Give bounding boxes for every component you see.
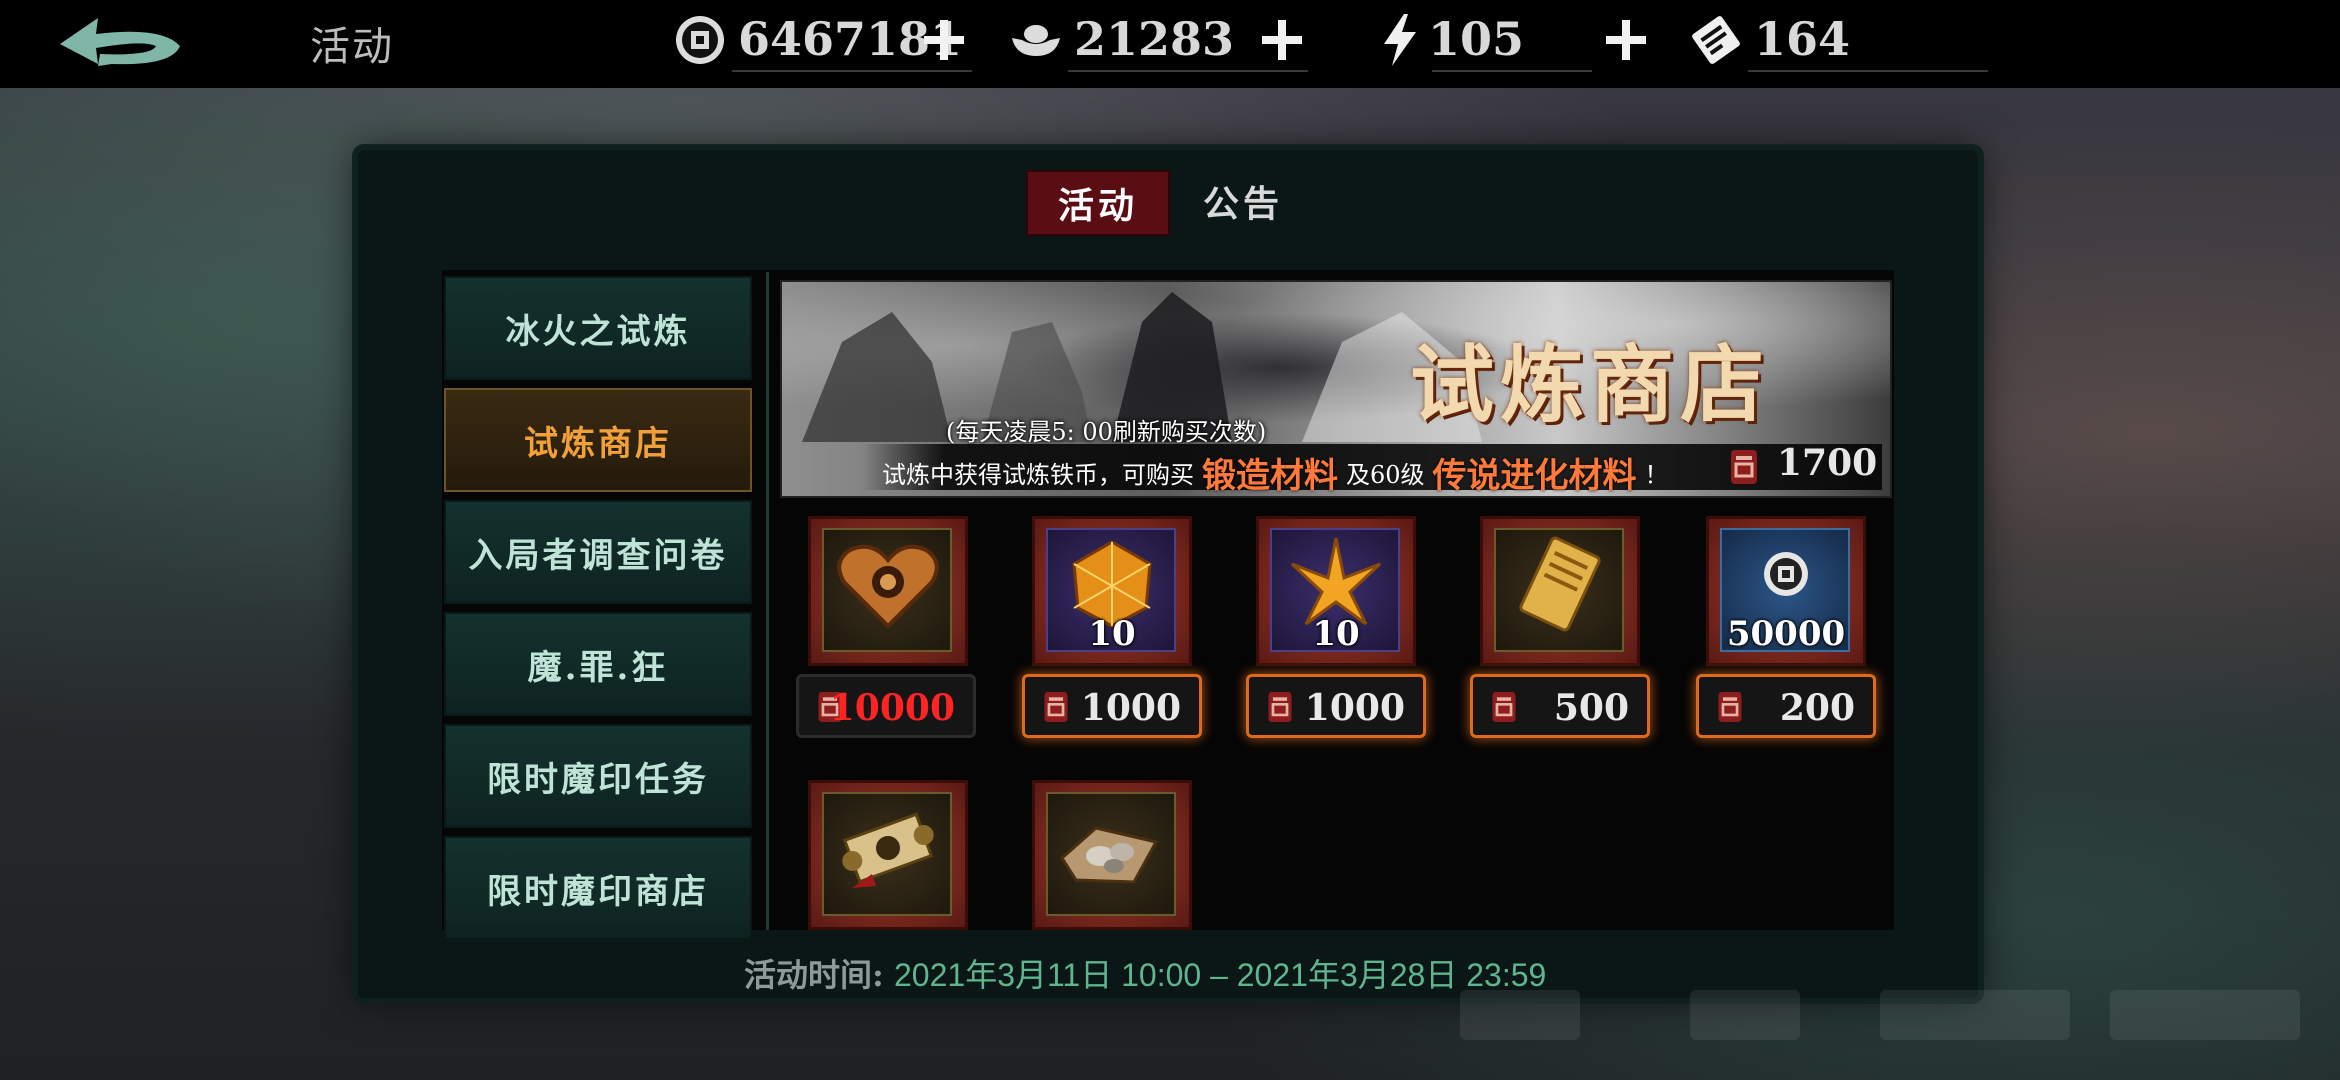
menu-divider (766, 272, 769, 930)
background-button (1880, 990, 2070, 1040)
ancient-scroll-icon (842, 812, 934, 888)
price-value: 200 (1779, 687, 1855, 729)
shop-item-crystal-shard[interactable]: 10 (1256, 516, 1416, 666)
desc-prefix: 试炼中获得试炼铁币，可购买 (882, 461, 1194, 489)
background-button (1690, 990, 1800, 1040)
shop-item-ancient-scroll[interactable] (808, 780, 968, 930)
add-copper-coins-button[interactable] (916, 12, 972, 68)
menu-item-limited-seal-shop[interactable]: 限时魔印商店 (444, 836, 752, 940)
price-value: 10000 (829, 687, 955, 729)
top-bar: 活动 6467181 21283 105 164 (0, 0, 2340, 88)
price-tag-copper-coins[interactable]: 200 (1696, 674, 1876, 738)
desc-mid: 及60级 (1346, 461, 1425, 489)
item-quantity: 10 (1088, 614, 1136, 654)
menu-item-trial-shop[interactable]: 试炼商店 (444, 388, 752, 492)
silver-ingot-value: 21283 (1074, 12, 1235, 66)
price-tag-gold-scroll[interactable]: 500 (1470, 674, 1650, 738)
trial-coin-icon (1718, 692, 1742, 722)
price-tag-heart-amulet[interactable]: 10000 (796, 674, 976, 738)
add-stamina-button[interactable] (1598, 12, 1654, 68)
price-value: 1000 (1304, 687, 1405, 729)
resource-tickets: 164 (1688, 8, 1988, 72)
heart-amulet-icon (837, 544, 939, 629)
trial-coin-icon (1731, 450, 1757, 484)
trial-coin-icon (1044, 692, 1068, 722)
page-title: 活动 (310, 24, 394, 70)
trial-coin-balance: 1700 (1777, 442, 1878, 484)
ticket-value: 164 (1754, 12, 1851, 66)
price-value: 1000 (1080, 687, 1181, 729)
back-arrow-icon (60, 18, 180, 66)
price-tag-amber-gem[interactable]: 1000 (1022, 674, 1202, 738)
stamina-value: 105 (1428, 12, 1525, 66)
add-silver-ingots-button[interactable] (1254, 12, 1310, 68)
ticket-icon (1692, 16, 1740, 64)
shop-banner: 试炼商店 (每天凌晨5: 00刷新购买次数) 试炼中获得试炼铁币，可购买 锻造材… (780, 280, 1892, 498)
tab-announcement[interactable]: 公告 (1188, 170, 1298, 232)
silver-ingot-icon (1012, 25, 1060, 56)
back-button[interactable] (52, 8, 192, 80)
menu-item-survey[interactable]: 入局者调查问卷 (444, 500, 752, 604)
menu-item-demon-sin-madness[interactable]: 魔.罪.狂 (444, 612, 752, 716)
menu-item-ice-fire-trial[interactable]: 冰火之试炼 (444, 276, 752, 380)
desc-suffix: ！ (1644, 461, 1669, 489)
lightning-stamina-icon (1384, 14, 1416, 66)
background-button (1460, 990, 1580, 1040)
shop-item-gold-scroll[interactable] (1480, 516, 1640, 666)
desc-legend-material: 传说进化材料 (1432, 456, 1637, 496)
item-quantity: 10 (1312, 614, 1360, 654)
shop-description: 试炼中获得试炼铁币，可购买 锻造材料 及60级 传说进化材料 ！ (882, 448, 1669, 496)
banner-title: 试炼商店 (1409, 335, 1770, 434)
menu-item-limited-seal-quest[interactable]: 限时魔印任务 (444, 724, 752, 828)
gold-scroll-icon (1519, 536, 1601, 632)
event-time-label: 活动时间: (744, 956, 884, 994)
refresh-note: (每天凌晨5: 00刷新购买次数) (946, 418, 1267, 446)
shop-item-amber-gem[interactable]: 10 (1032, 516, 1192, 666)
event-time-range: 2021年3月11日 10:00 – 2021年3月28日 23:59 (894, 957, 1547, 993)
trial-coin-icon (1268, 692, 1292, 722)
shop-item-copper-coins[interactable]: 50000 (1706, 516, 1866, 666)
tab-activity[interactable]: 活动 (1026, 170, 1170, 236)
copper-coin-icon (676, 16, 724, 64)
shop-item-heart-amulet[interactable] (808, 516, 968, 666)
ore-pile-icon (1060, 826, 1159, 884)
item-quantity: 50000 (1726, 614, 1846, 654)
background-button (2110, 990, 2300, 1040)
shop-item-ore-pile[interactable] (1032, 780, 1192, 930)
price-tag-crystal-shard[interactable]: 1000 (1246, 674, 1426, 738)
trial-coin-icon (1492, 692, 1516, 722)
event-time: 活动时间: 2021年3月11日 10:00 – 2021年3月28日 23:5… (744, 950, 1546, 996)
desc-forge-material: 锻造材料 (1202, 456, 1338, 496)
price-value: 500 (1553, 687, 1629, 729)
